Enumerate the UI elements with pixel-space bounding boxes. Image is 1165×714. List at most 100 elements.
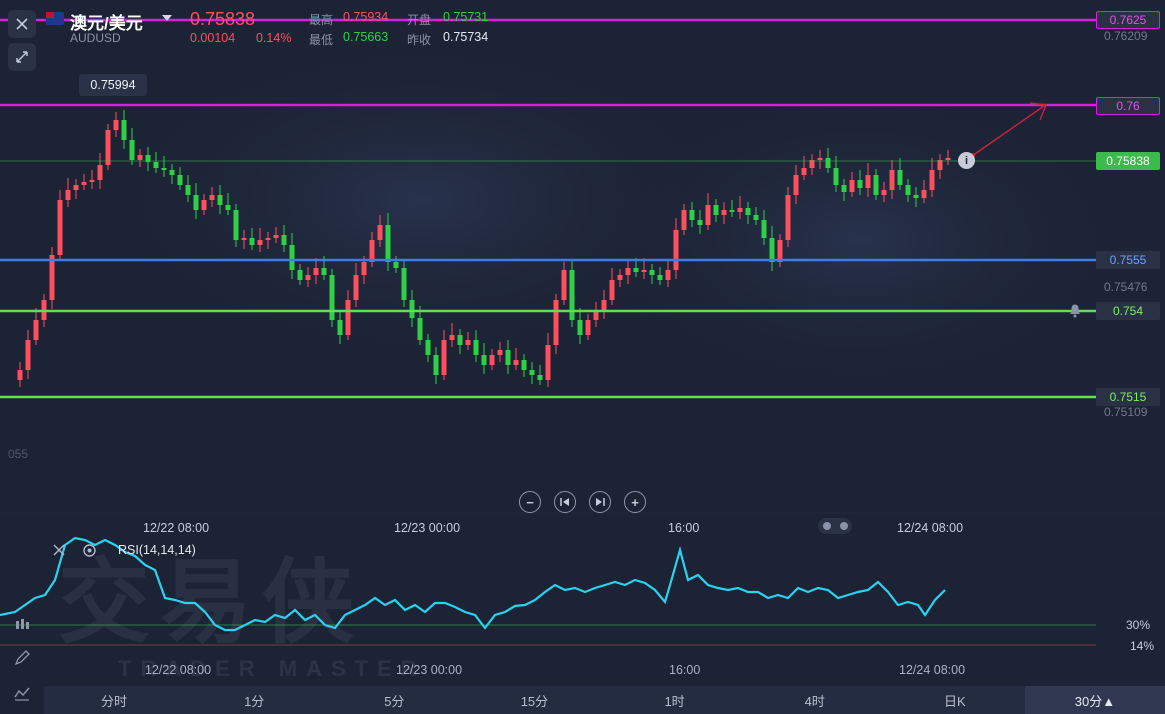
candle (137, 155, 143, 160)
candle (97, 165, 103, 180)
candle (889, 170, 895, 190)
candle (385, 225, 391, 262)
candle (921, 190, 927, 198)
candle (353, 275, 359, 300)
prev-close-value: 0.75734 (443, 30, 489, 44)
candle (313, 268, 319, 275)
candle (945, 158, 951, 160)
candle (521, 360, 527, 370)
candle (225, 205, 231, 210)
interval-tabs: 分时 1分 5分 15分 1时 4时 日K 30分▲ (44, 686, 1165, 714)
candle (89, 180, 95, 182)
zoom-out-button[interactable]: − (519, 491, 541, 513)
close-button[interactable] (8, 10, 36, 38)
candle (33, 320, 39, 340)
bell-icon[interactable] (1067, 302, 1083, 318)
scroll-back-button[interactable] (554, 491, 576, 513)
candle (489, 355, 495, 365)
settings-icon[interactable] (82, 543, 97, 558)
current-price-tag: 0.75838 (1096, 152, 1160, 170)
candle (865, 175, 871, 188)
candle (769, 238, 775, 262)
tab-time-share[interactable]: 分时 (44, 686, 184, 714)
candle (177, 175, 183, 185)
info-icon[interactable]: i (958, 152, 975, 169)
scroll-forward-button[interactable] (589, 491, 611, 513)
tab-1m[interactable]: 1分 (184, 686, 324, 714)
level-tag-0.76[interactable]: 0.76 (1096, 97, 1160, 115)
candle (201, 200, 207, 210)
candle (289, 245, 295, 270)
high-value: 0.75934 (343, 10, 389, 24)
last-price: 0.75838 (190, 9, 256, 29)
draw-tool[interactable] (8, 645, 36, 671)
candle (601, 300, 607, 310)
candle (753, 215, 759, 220)
zoom-in-button[interactable]: + (624, 491, 646, 513)
indicator-tool[interactable] (8, 680, 36, 706)
low-value: 0.75663 (343, 30, 389, 44)
close-icon (16, 18, 28, 30)
candle (761, 220, 767, 238)
candle (249, 238, 255, 245)
candle (481, 355, 487, 365)
candle (25, 340, 31, 370)
rsi-level-30: 30% (1126, 618, 1151, 632)
rsi-level-14: 14% (1130, 639, 1155, 653)
plus-icon: + (631, 494, 639, 510)
candle (537, 375, 543, 380)
candle (673, 230, 679, 270)
time-label: 12/24 08:00 (897, 521, 964, 535)
candle (193, 195, 199, 210)
candle (73, 185, 79, 190)
candle (649, 270, 655, 275)
level-tag-0.7625[interactable]: 0.7625 (1096, 11, 1160, 29)
price-change-pct: 0.14% (256, 31, 292, 45)
candle (633, 268, 639, 272)
tab-1h[interactable]: 1时 (605, 686, 745, 714)
candle (697, 220, 703, 225)
axis-label: 0.76209 (1104, 29, 1148, 43)
candle (913, 195, 919, 198)
tab-5m[interactable]: 5分 (324, 686, 464, 714)
candle (409, 300, 415, 318)
more-options-button[interactable] (818, 518, 852, 534)
candle (721, 210, 727, 215)
candle (65, 190, 71, 200)
close-icon[interactable] (52, 543, 66, 557)
tab-4h[interactable]: 4时 (745, 686, 885, 714)
level-tag-0.7555[interactable]: 0.7555 (1096, 251, 1160, 269)
candle (505, 350, 511, 365)
candles-tool[interactable] (8, 612, 36, 638)
candle (121, 120, 127, 140)
candle (57, 200, 63, 255)
chevron-down-icon[interactable] (162, 15, 172, 23)
high-label: 最高 (309, 13, 334, 27)
candle (129, 140, 135, 160)
candle (689, 210, 695, 220)
tab-daily[interactable]: 日K (885, 686, 1025, 714)
candle (113, 120, 119, 130)
candle (241, 238, 247, 240)
candle (657, 275, 663, 280)
collapse-button[interactable] (8, 43, 36, 71)
candle (105, 130, 111, 165)
pair-symbol: AUDUSD (70, 31, 121, 45)
time-label: 12/24 08:00 (899, 663, 966, 677)
candle (881, 190, 887, 195)
skip-back-icon (560, 498, 569, 506)
map-backdrop (580, 80, 1140, 400)
candle (617, 275, 623, 280)
candle (369, 240, 375, 262)
candle (745, 208, 751, 215)
time-label: 12/22 08:00 (145, 663, 212, 677)
candle (297, 270, 303, 280)
candle (641, 270, 647, 272)
level-tag-0.7515[interactable]: 0.7515 (1096, 388, 1160, 406)
open-value: 0.75731 (443, 10, 489, 24)
candle (609, 280, 615, 300)
tab-30m[interactable]: 30分▲ (1024, 686, 1165, 714)
level-tag-0.754[interactable]: 0.754 (1096, 302, 1160, 320)
candle (897, 170, 903, 185)
tab-15m[interactable]: 15分 (464, 686, 604, 714)
